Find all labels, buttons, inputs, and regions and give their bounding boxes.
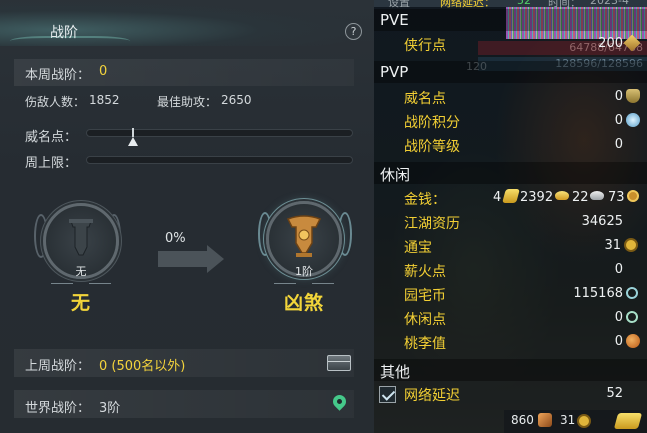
world-rank-label: 世界战阶：	[25, 401, 91, 416]
top-status-strip: 设置 网络延迟： 52 时间： 2023-4	[374, 0, 647, 9]
best-assist-value: 2650	[221, 93, 252, 107]
bottom-quickbar: 860 31	[504, 410, 647, 433]
progress-arrow-head	[207, 245, 224, 273]
item-value: 0	[614, 113, 623, 128]
rank-divider	[266, 281, 342, 287]
weekly-rank-label: 本周战阶：	[25, 68, 91, 83]
garden-coin-icon	[626, 287, 638, 299]
item-value: 52	[606, 386, 623, 401]
last-week-label: 上周战阶：	[25, 359, 91, 374]
item-value: 0	[614, 334, 623, 349]
item-label: 江湖资历	[404, 216, 460, 232]
item-value: 31	[604, 238, 621, 253]
rank-divider	[43, 281, 119, 287]
prestige-label: 威名点：	[25, 130, 78, 145]
current-rank-name: 无	[70, 292, 91, 314]
tongbao-coin-icon	[624, 238, 638, 252]
money-label: 金钱：	[404, 192, 446, 208]
weekly-cap-bar	[86, 156, 353, 164]
item-value: 0	[614, 262, 623, 277]
help-icon[interactable]: ?	[345, 23, 362, 40]
current-rank-caption: 无	[75, 265, 87, 278]
item-value: 0	[614, 310, 623, 325]
mask-icon	[626, 89, 640, 103]
item-label: 战阶等级	[404, 139, 460, 155]
item-label: 威名点	[404, 91, 446, 107]
copper-coin-icon	[627, 190, 639, 202]
peach-icon	[626, 334, 640, 348]
gold-coin-icon	[555, 191, 569, 200]
reward-chest-icon[interactable]	[327, 355, 351, 371]
section-pve: PVE	[380, 11, 409, 29]
next-rank-caption: 1阶	[295, 265, 313, 278]
item-label: 园宅币	[404, 288, 446, 304]
prestige-marker-stem	[132, 128, 134, 137]
currency-panel: 设置 网络延迟： 52 时间： 2023-4 64788/64788 12859…	[374, 0, 647, 433]
gold-ingot-icon[interactable]	[613, 413, 643, 429]
quickbar-value-a: 860	[511, 413, 534, 427]
section-pvp: PVP	[380, 63, 409, 81]
panel-title: 战阶	[50, 25, 78, 41]
best-assist-label: 最佳助攻：	[157, 95, 218, 109]
rank-points-icon	[626, 113, 640, 127]
next-rank-name: 凶煞	[283, 292, 324, 314]
world-rank-value: 3阶	[99, 401, 121, 416]
silver-ingot-icon	[590, 191, 604, 200]
damage-count-label: 伤敌人数：	[25, 95, 86, 109]
progress-arrow	[158, 251, 208, 267]
money-silver-big: 2392	[520, 190, 554, 205]
item-value: 115168	[573, 286, 623, 301]
progress-percent: 0%	[165, 231, 186, 246]
prestige-marker	[128, 137, 138, 146]
item-label: 薪火点	[404, 264, 446, 280]
top-fragment-e: 2023-4	[590, 0, 629, 7]
weekly-cap-label: 周上限：	[25, 156, 78, 171]
item-label: 侠行点	[404, 38, 446, 54]
item-value: 34625	[581, 214, 623, 229]
weekly-rank-value: 0	[99, 64, 108, 79]
item-label: 网络延迟	[404, 388, 460, 404]
item-label: 休闲点	[404, 312, 446, 328]
section-other: 其他	[380, 363, 411, 381]
item-value: 0	[614, 89, 623, 104]
top-fragment-c: 52	[517, 0, 531, 7]
section-leisure: 休闲	[380, 166, 411, 184]
money-silver-mid: 22	[572, 190, 589, 205]
damage-count-value: 1852	[89, 93, 120, 107]
latency-checkbox[interactable]	[379, 386, 396, 403]
item-label: 通宝	[404, 240, 432, 256]
section-band	[374, 162, 647, 184]
quickbar-value-b: 31	[560, 413, 576, 427]
item-value: 200	[598, 36, 623, 51]
leisure-point-icon	[626, 311, 638, 323]
prestige-bar	[86, 129, 353, 137]
item-label: 战阶积分	[404, 115, 460, 131]
section-band	[374, 359, 647, 381]
tongbao-coin-icon[interactable]	[577, 414, 591, 428]
money-copper: 73	[608, 190, 625, 205]
scroll-icon[interactable]	[538, 413, 552, 427]
section-band	[374, 61, 647, 83]
item-label: 桃李值	[404, 336, 446, 352]
rank-panel: 战阶 ? 本周战阶： 0 伤敌人数： 1852 最佳助攻： 2650 威名点： …	[0, 0, 374, 433]
last-week-value: 0 (500名以外)	[99, 359, 186, 374]
section-band	[374, 9, 647, 31]
money-gold: 4	[493, 190, 502, 205]
item-value: 0	[614, 137, 623, 152]
